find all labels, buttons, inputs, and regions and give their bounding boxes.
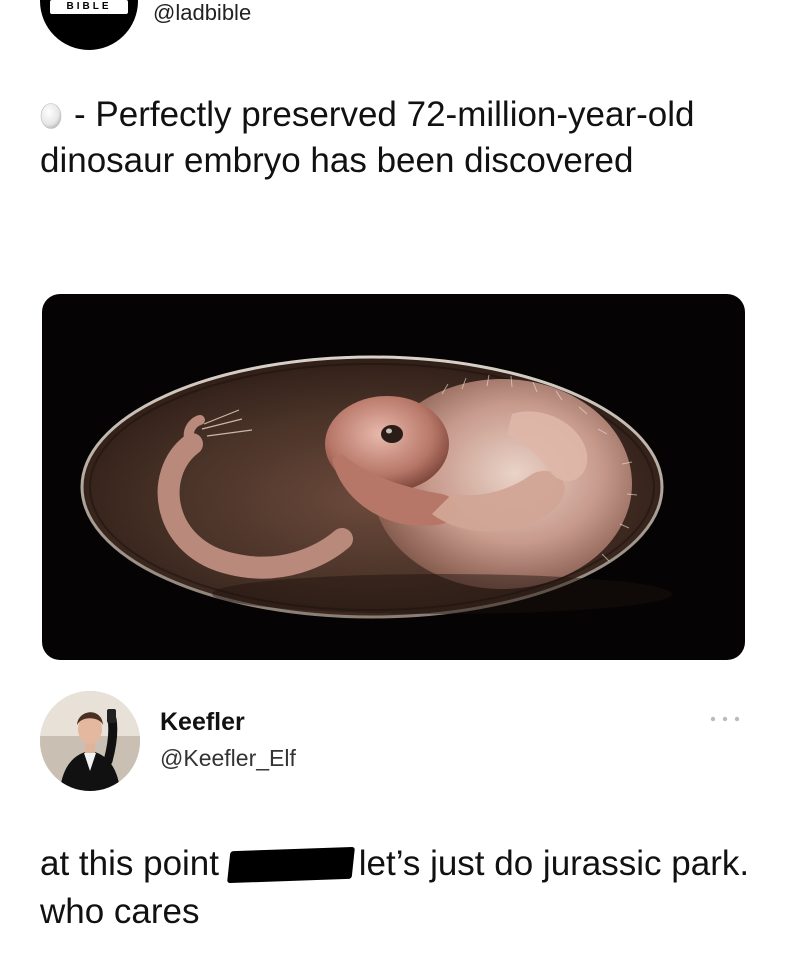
profile-photo-icon (40, 691, 140, 791)
reply-text-start: at this point (40, 844, 219, 883)
reply-text: at this point let’s just do jurassic par… (40, 840, 760, 936)
egg-icon (40, 103, 62, 129)
ladbible-avatar[interactable]: BIBLE (40, 0, 138, 50)
reply-display-name[interactable]: Keefler (160, 708, 245, 737)
top-tweet-handle[interactable]: @ladbible (153, 0, 251, 26)
reply-handle[interactable]: @Keefler_Elf (160, 745, 296, 772)
avatar-badge-text: BIBLE (50, 0, 128, 14)
dinosaur-embryo-photo[interactable] (42, 294, 745, 660)
top-tweet-body: - Perfectly preserved 72-million-year-ol… (40, 95, 695, 180)
top-tweet-text: - Perfectly preserved 72-million-year-ol… (40, 92, 760, 184)
redaction-block (226, 846, 355, 884)
keefler-avatar[interactable] (40, 691, 140, 791)
more-options-icon[interactable] (707, 712, 743, 726)
